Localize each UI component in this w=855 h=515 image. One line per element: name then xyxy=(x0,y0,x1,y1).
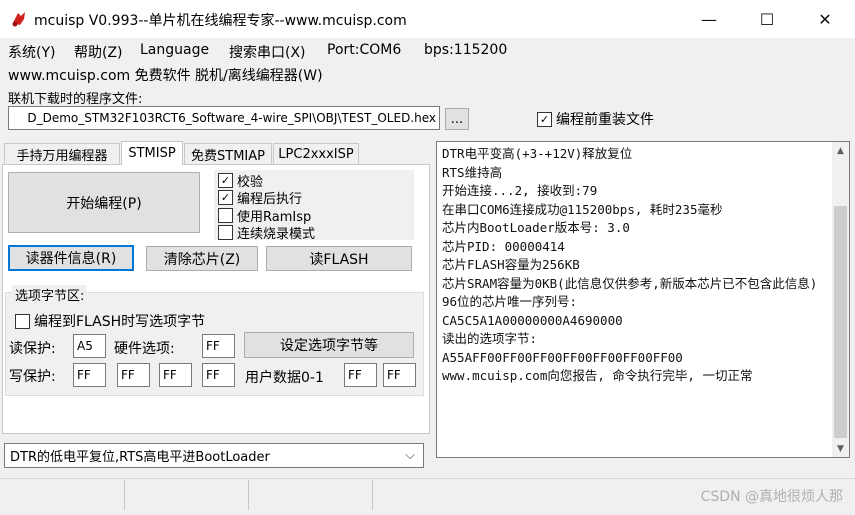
read-device-info-button[interactable]: 读器件信息(R) xyxy=(8,245,134,271)
tab-handheld-programmer[interactable]: 手持万用编程器 xyxy=(4,143,120,165)
log-line: www.mcuisp.com向您报告, 命令执行完毕, 一切正常 xyxy=(442,368,753,383)
scroll-down-icon[interactable]: ▼ xyxy=(832,440,849,457)
reload-before-program-checkbox[interactable]: ✓ 编程前重装文件 xyxy=(537,109,654,129)
option-bytes-label: 选项字节区: xyxy=(12,285,88,304)
log-line: CA5C5A1A00000000A4690000 xyxy=(442,312,623,328)
title-bar: mcuisp V0.993--单片机在线编程专家--www.mcuisp.com… xyxy=(0,0,855,38)
status-divider xyxy=(372,480,373,510)
read-protect-value: A5 xyxy=(77,339,93,353)
tab-lpc2xxx-isp[interactable]: LPC2xxxISP xyxy=(273,143,359,165)
read-protect-label: 读保护: xyxy=(9,341,56,357)
write-protect-field-2[interactable]: FF xyxy=(159,363,192,387)
log-line: 96位的芯片唯一序列号: xyxy=(442,294,578,309)
offline-programmer-link[interactable]: www.mcuisp.com 免费软件 脱机/离线编程器(W) xyxy=(8,65,323,85)
output-log[interactable]: DTR电平变高(+3-+12V)释放复位 RTS维持高 开始连接...2, 接收… xyxy=(436,141,850,458)
user-data-field-1[interactable]: FF xyxy=(383,363,416,387)
hw-option-label: 硬件选项: xyxy=(114,341,175,357)
tab-free-stmiap[interactable]: 免费STMIAP xyxy=(184,143,272,165)
write-protect-field-3[interactable]: FF xyxy=(202,363,235,387)
log-scrollbar[interactable]: ▲ ▼ xyxy=(832,142,849,457)
user-data-field-0[interactable]: FF xyxy=(344,363,377,387)
set-option-bytes-button[interactable]: 设定选项字节等 xyxy=(244,332,414,358)
write-protect-value: FF xyxy=(121,368,135,382)
chevron-down-icon[interactable]: ⌵ xyxy=(400,446,420,465)
close-button[interactable]: ✕ xyxy=(801,0,849,38)
reload-check-icon: ✓ xyxy=(537,111,552,127)
menu-help[interactable]: 帮助(Z) xyxy=(74,42,123,62)
continuous-burn-checkbox[interactable]: 连续烧录模式 xyxy=(218,223,315,242)
write-protect-value: FF xyxy=(206,368,220,382)
run-after-check-icon: ✓ xyxy=(218,190,233,205)
hw-option-field[interactable]: FF xyxy=(202,334,235,358)
reload-checkbox-label: 编程前重装文件 xyxy=(556,112,654,128)
run-after-program-checkbox[interactable]: ✓ 编程后执行 xyxy=(218,188,302,207)
log-line: 芯片SRAM容量为0KB(此信息仅供参考,新版本芯片已不包含此信息) xyxy=(442,275,818,291)
boot-mode-value: DTR的低电平复位,RTS高电平进BootLoader xyxy=(10,450,270,465)
menu-search-port[interactable]: 搜索串口(X) xyxy=(229,42,306,62)
log-line: 芯片FLASH容量为256KB xyxy=(442,257,580,272)
menu-system[interactable]: 系统(Y) xyxy=(8,42,55,62)
scroll-thumb[interactable] xyxy=(834,206,847,438)
user-data-value: FF xyxy=(387,368,401,382)
menu-language[interactable]: Language xyxy=(140,42,209,58)
program-file-path-field[interactable]: D_Demo_STM32F103RCT6_Software_4-wire_SPI… xyxy=(8,106,440,130)
program-file-path-text: D_Demo_STM32F103RCT6_Software_4-wire_SPI… xyxy=(27,111,436,125)
read-protect-field[interactable]: A5 xyxy=(73,334,106,358)
write-protect-value: FF xyxy=(77,368,91,382)
watermark-text: CSDN @真地很烦人那 xyxy=(700,489,843,505)
hw-option-value: FF xyxy=(206,339,220,353)
scroll-up-icon[interactable]: ▲ xyxy=(832,142,849,159)
write-protect-field-0[interactable]: FF xyxy=(73,363,106,387)
write-protect-field-1[interactable]: FF xyxy=(117,363,150,387)
log-line: 芯片内BootLoader版本号: 3.0 xyxy=(442,220,630,235)
log-line: 开始连接...2, 接收到:79 xyxy=(442,183,598,198)
continuous-box-icon xyxy=(218,225,233,240)
app-logo-icon xyxy=(12,12,25,27)
log-lines: DTR电平变高(+3-+12V)释放复位 RTS维持高 开始连接...2, 接收… xyxy=(442,145,830,386)
boot-mode-select[interactable]: DTR的低电平复位,RTS高电平进BootLoader xyxy=(4,443,424,468)
log-line: A55AFF00FF00FF00FF00FF00FF00FF00 xyxy=(442,349,683,365)
browse-file-button[interactable]: ... xyxy=(445,108,469,130)
verify-check-icon: ✓ xyxy=(218,173,233,188)
erase-chip-button[interactable]: 清除芯片(Z) xyxy=(146,246,258,271)
write-option-box-icon xyxy=(15,313,30,329)
ramisp-box-icon xyxy=(218,208,233,223)
status-divider xyxy=(124,480,125,510)
log-line: RTS维持高 xyxy=(442,164,503,180)
run-after-label: 编程后执行 xyxy=(237,192,303,207)
start-programming-button[interactable]: 开始编程(P) xyxy=(8,172,200,233)
read-flash-button[interactable]: 读FLASH xyxy=(266,246,412,271)
write-protect-label: 写保护: xyxy=(9,369,56,385)
log-line: 芯片PID: 00000414 xyxy=(442,238,565,254)
write-protect-value: FF xyxy=(163,368,177,382)
window-title: mcuisp V0.993--单片机在线编程专家--www.mcuisp.com xyxy=(34,13,407,29)
write-option-label: 编程到FLASH时写选项字节 xyxy=(34,314,206,330)
menu-bar: 系统(Y) 帮助(Z) Language 搜索串口(X) Port:COM6 b… xyxy=(0,38,855,63)
write-option-bytes-checkbox[interactable]: 编程到FLASH时写选项字节 xyxy=(15,311,205,331)
continuous-label: 连续烧录模式 xyxy=(237,227,316,242)
minimize-button[interactable]: — xyxy=(685,0,733,38)
log-line: DTR电平变高(+3-+12V)释放复位 xyxy=(442,146,633,161)
log-line: 读出的选项字节: xyxy=(442,331,538,346)
tab-stmisp[interactable]: STMISP xyxy=(121,141,183,165)
maximize-button[interactable]: ☐ xyxy=(743,0,791,38)
log-line: 在串口COM6连接成功@115200bps, 耗时235毫秒 xyxy=(442,201,723,217)
status-divider xyxy=(248,480,249,510)
user-data-value: FF xyxy=(348,368,362,382)
program-file-label: 联机下载时的程序文件: xyxy=(8,92,143,107)
menu-baud-rate[interactable]: bps:115200 xyxy=(424,42,507,58)
menu-port[interactable]: Port:COM6 xyxy=(327,42,401,58)
user-data-label: 用户数据0-1 xyxy=(245,370,324,386)
